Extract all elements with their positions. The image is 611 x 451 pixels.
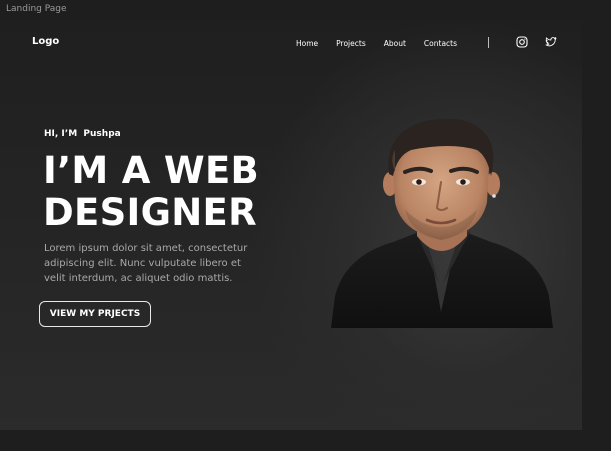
hero-title: I’M A WEB DESIGNER [43, 150, 303, 234]
nav-links: Home Projects About Contacts [296, 39, 475, 48]
logo[interactable]: Logo [32, 36, 59, 47]
nav-projects-link[interactable]: Projects [336, 39, 366, 48]
nav-contacts-link[interactable]: Contacts [424, 39, 457, 48]
view-projects-button[interactable]: VIEW MY PRJECTS [39, 301, 151, 327]
instagram-icon[interactable] [516, 36, 528, 48]
nav-home-link[interactable]: Home [296, 39, 318, 48]
frame-label: Landing Page [6, 4, 67, 14]
portrait-image [331, 116, 553, 328]
hero-greeting: HI, I’M Pushpa [44, 129, 121, 139]
nav-about-link[interactable]: About [384, 39, 406, 48]
hero-description: Lorem ipsum dolor sit amet, consectetur … [44, 243, 248, 284]
hero-title-line1: I’M A WEB [43, 149, 260, 192]
hero-title-line2: DESIGNER [43, 191, 257, 234]
top-navigation: Logo Home Projects About Contacts [0, 20, 582, 66]
twitter-icon[interactable] [545, 36, 557, 48]
landing-page-frame: Logo Home Projects About Contacts HI, I’… [0, 20, 582, 430]
nav-divider [488, 37, 489, 48]
